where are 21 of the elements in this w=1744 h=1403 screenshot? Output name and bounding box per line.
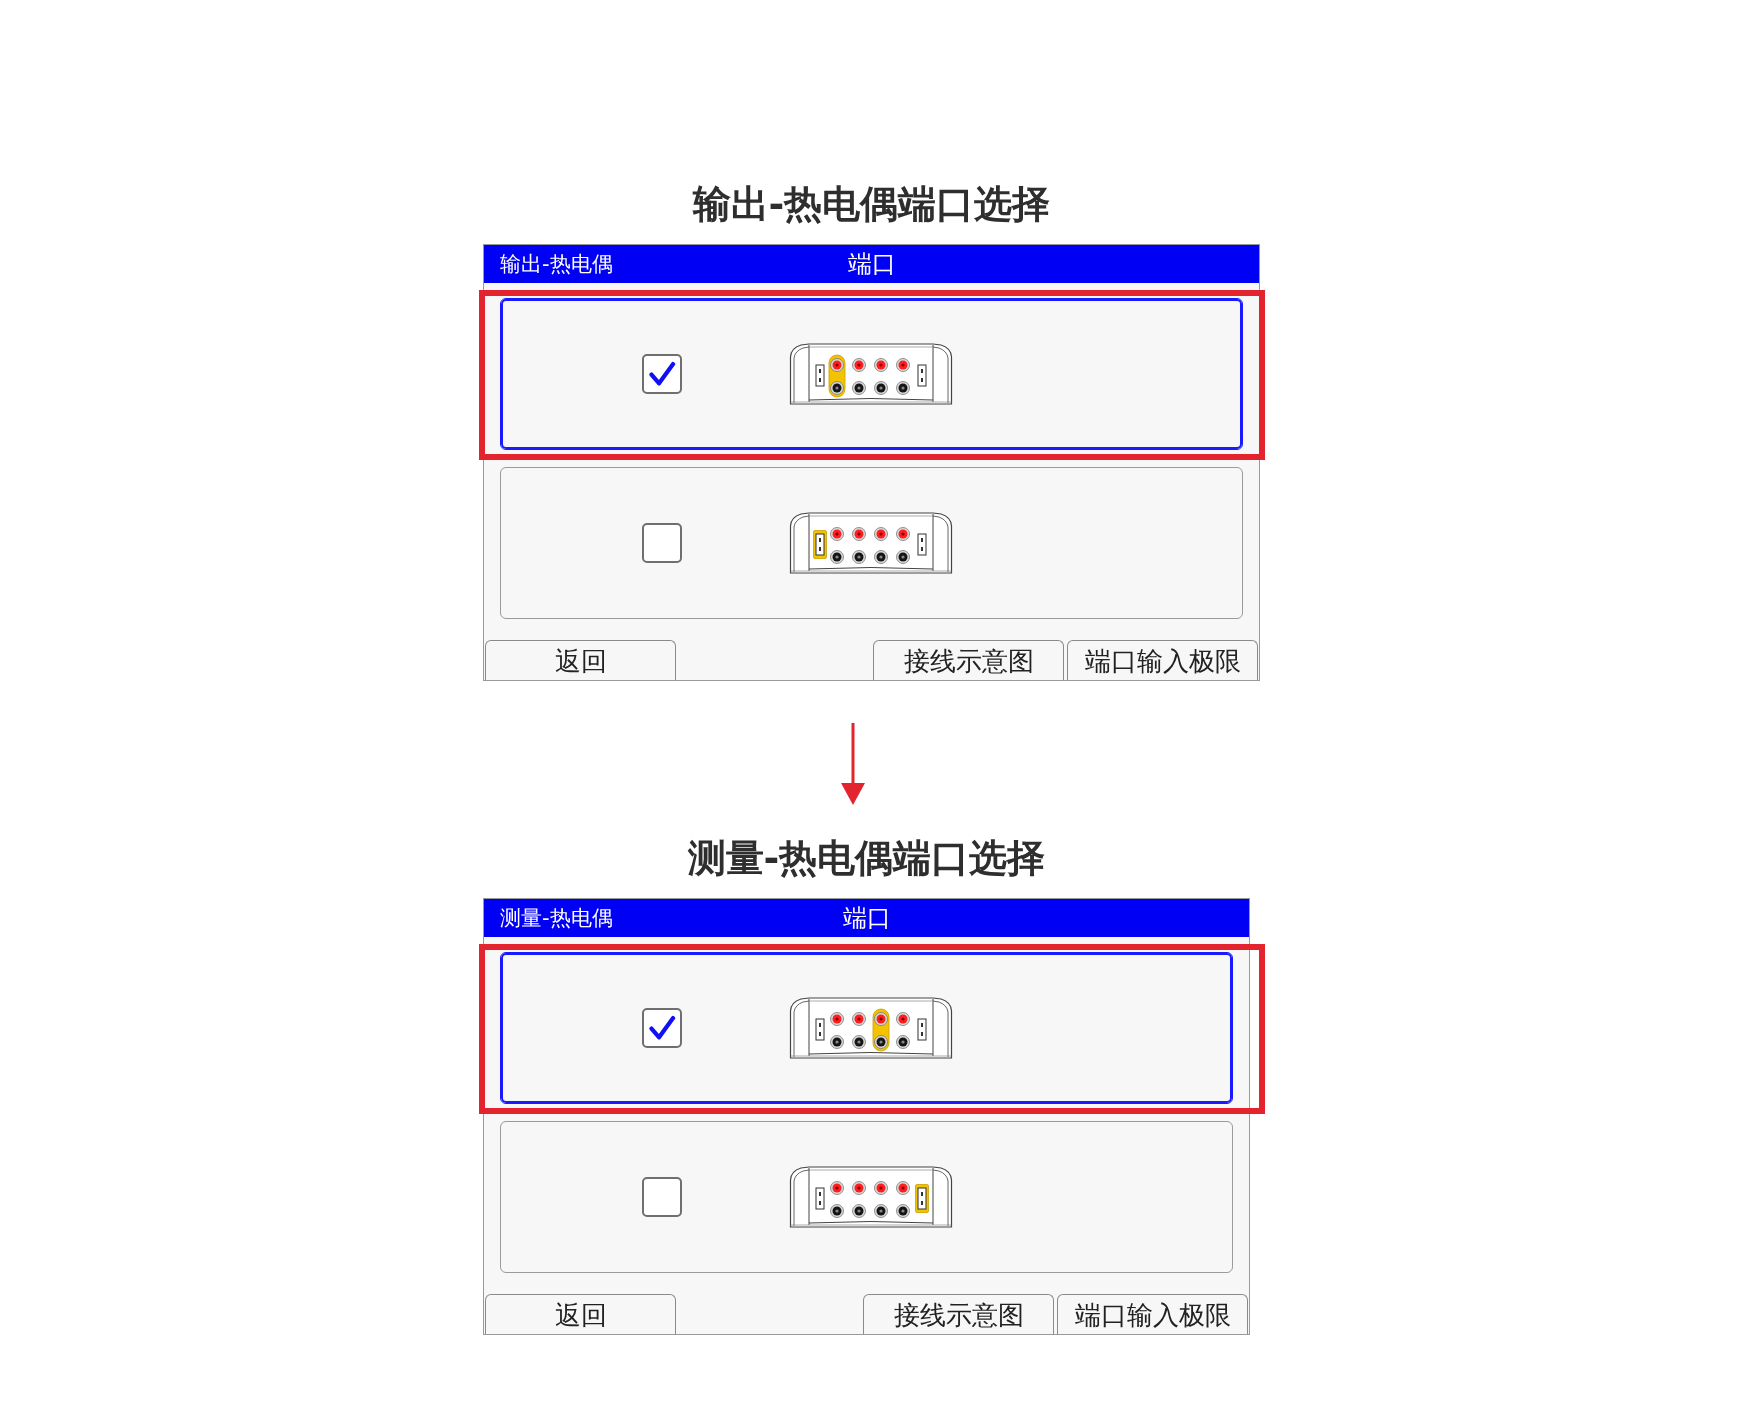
section-title: 测量-热电偶端口选择	[687, 835, 1046, 881]
port-option[interactable]	[500, 952, 1233, 1104]
mode-label: 输出-热电偶	[500, 253, 613, 275]
window-title: 端口	[847, 252, 896, 276]
window-title: 端口	[842, 906, 891, 930]
down-arrow-icon	[840, 723, 866, 805]
section-title: 输出-热电偶端口选择	[692, 181, 1051, 227]
input-limit-button[interactable]: 端口输入极限	[1057, 1294, 1248, 1334]
checkbox[interactable]	[642, 1008, 682, 1048]
mode-label: 测量-热电偶	[500, 907, 613, 929]
input-limit-button[interactable]: 端口输入极限	[1067, 640, 1258, 680]
checkbox[interactable]	[642, 354, 682, 394]
back-button[interactable]: 返回	[485, 640, 676, 680]
checkmark-icon	[648, 360, 676, 388]
checkbox[interactable]	[642, 523, 682, 563]
wiring-diagram-button[interactable]: 接线示意图	[873, 640, 1064, 680]
checkbox[interactable]	[642, 1177, 682, 1217]
checkmark-icon	[648, 1014, 676, 1042]
port-option[interactable]	[500, 298, 1243, 450]
wiring-diagram-button[interactable]: 接线示意图	[863, 1294, 1054, 1334]
back-button[interactable]: 返回	[485, 1294, 676, 1334]
